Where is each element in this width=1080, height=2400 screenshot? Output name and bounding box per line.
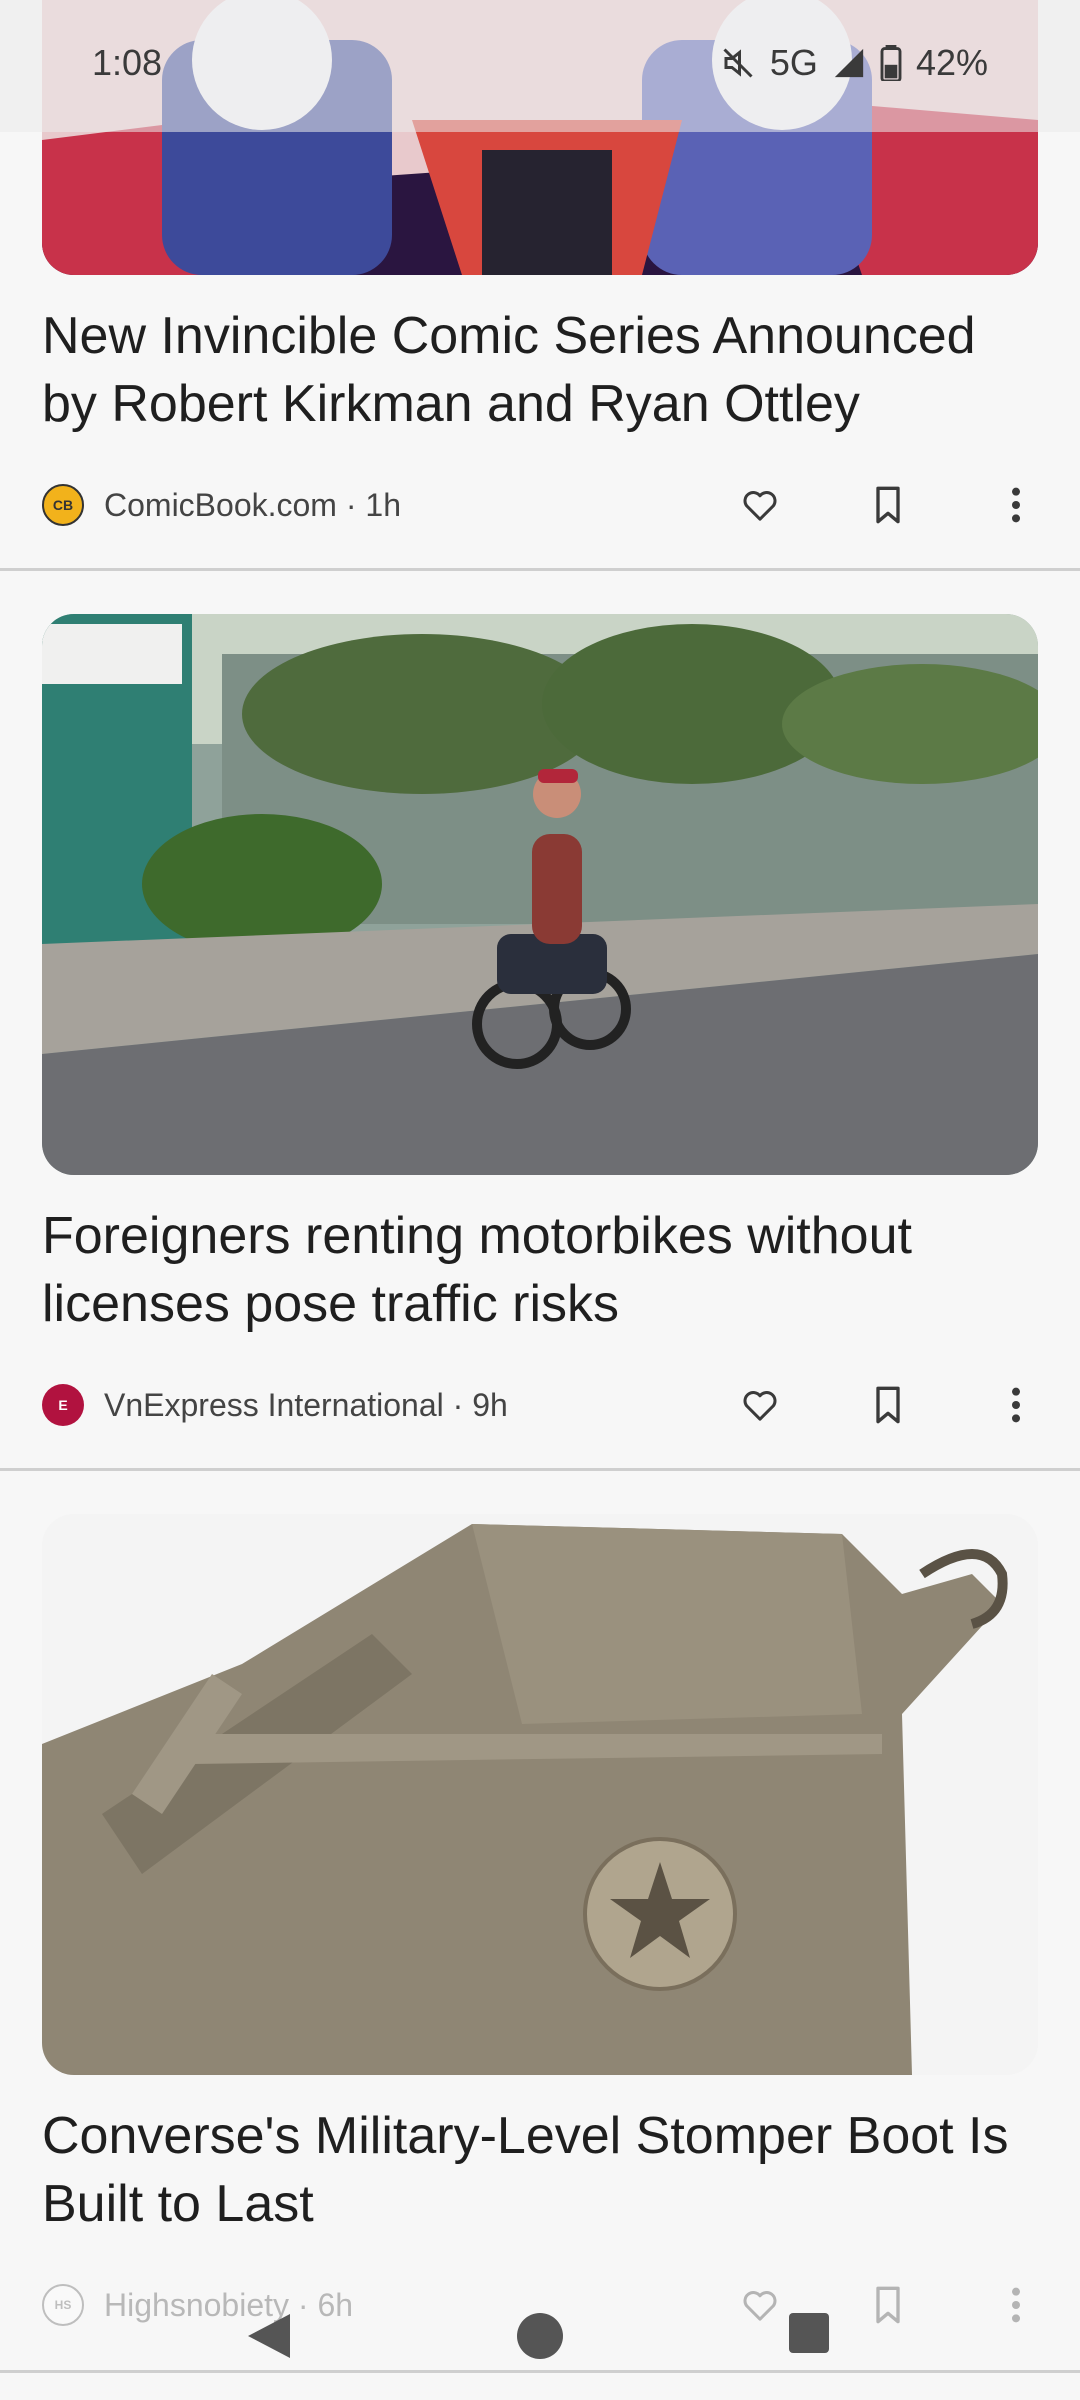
comicbook-logo: CB (42, 484, 84, 526)
article-meta: CB ComicBook.com · 1h (42, 480, 1038, 530)
more-button[interactable] (986, 1380, 1046, 1430)
status-icons: 5G 42% (720, 42, 988, 84)
signal-icon (832, 46, 866, 80)
more-vert-icon (1012, 487, 1020, 523)
battery-level: 42% (915, 42, 988, 83)
divider (0, 1468, 1080, 1471)
save-button[interactable] (858, 1380, 918, 1430)
vnexpress-logo: E (42, 1384, 84, 1426)
system-nav-bar (0, 2290, 1080, 2400)
bookmark-icon (876, 486, 900, 524)
article-card[interactable]: Converse's Military-Level Stomper Boot I… (0, 1472, 1080, 2326)
recents-button[interactable] (788, 2312, 830, 2359)
article-image[interactable] (42, 614, 1038, 1175)
status-bar: 1:08 5G 42% (0, 0, 1080, 132)
article-card[interactable]: Foreigners renting motorbikes without li… (0, 572, 1080, 1470)
battery-icon (880, 45, 902, 81)
article-meta: E VnExpress International · 9h (42, 1380, 1038, 1430)
heart-icon (743, 1391, 777, 1421)
like-button[interactable] (730, 1380, 790, 1430)
divider (0, 568, 1080, 571)
mute-icon (720, 45, 756, 81)
home-button[interactable] (516, 2312, 564, 2365)
article-title[interactable]: Converse's Military-Level Stomper Boot I… (42, 2102, 1042, 2238)
article-title[interactable]: Foreigners renting motorbikes without li… (42, 1202, 1042, 1338)
back-icon (248, 2314, 290, 2358)
more-button[interactable] (986, 480, 1046, 530)
save-button[interactable] (858, 480, 918, 530)
home-icon (517, 2313, 563, 2359)
network-label: 5G (769, 42, 818, 83)
status-time: 1:08 (92, 42, 163, 83)
source-label: ComicBook.com · 1h (104, 486, 401, 523)
article-title[interactable]: New Invincible Comic Series Announced by… (42, 302, 1042, 438)
bookmark-icon (876, 1386, 900, 1424)
article-image[interactable] (42, 1514, 1038, 2075)
recents-icon (789, 2313, 829, 2353)
more-vert-icon (1012, 1387, 1020, 1423)
back-button[interactable] (246, 2312, 292, 2365)
heart-icon (743, 491, 777, 521)
like-button[interactable] (730, 480, 790, 530)
source-label: VnExpress International · 9h (104, 1386, 508, 1423)
